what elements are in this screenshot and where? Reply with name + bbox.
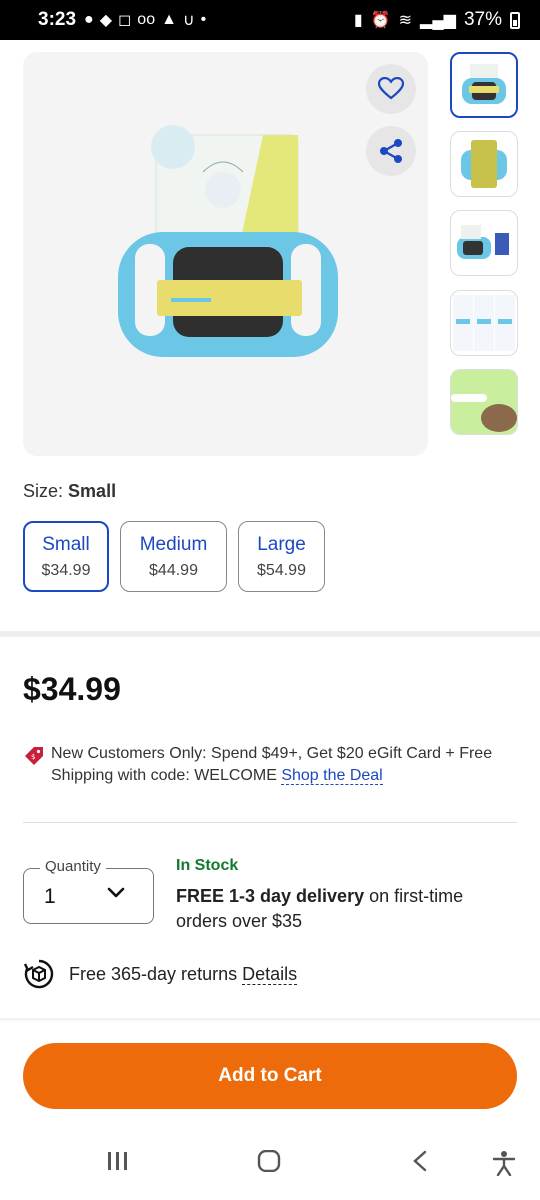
system-nav-bar [0,1130,540,1200]
system-icons: ▮ ⏰ ≋ ▂▄▆ 37% [354,9,520,31]
promo-banner: $ New Customers Only: Spend $49+, Get $2… [23,743,503,787]
thumbnail-1[interactable] [450,52,518,118]
voicemail-icon: oo [137,11,156,28]
size-label-text: Size: [23,481,64,501]
thumbnail-3[interactable] [450,210,518,276]
instagram-icon: ◻ [118,12,132,29]
thumbnail-image [462,64,506,104]
thumbnail-5[interactable] [450,369,518,435]
notification-icons: ● ◆ ◻ oo ▲ ∪ • [84,10,206,30]
divider [23,822,517,823]
returns-icon [23,959,54,989]
product-image-illustration [118,125,338,357]
favorite-button[interactable] [366,64,416,114]
delivery-bold: FREE 1-3 day delivery [176,886,365,906]
returns-info: Free 365-day returns Details [23,958,298,990]
thumbnail-image [457,225,509,259]
heart-icon [378,77,404,100]
promo-text: New Customers Only: Spend $49+, Get $20 … [51,745,493,784]
size-option-price: $44.99 [149,562,198,579]
stock-status: In Stock [176,857,239,874]
add-to-cart-button[interactable]: Add to Cart [23,1043,517,1109]
thumbnail-image [461,140,507,188]
chevron-down-icon [107,887,125,898]
product-price: $34.99 [23,671,121,707]
size-option-price: $54.99 [257,562,306,579]
returns-details-link[interactable]: Details [242,963,298,985]
size-option-large[interactable]: Large $54.99 [238,521,325,592]
share-button[interactable] [366,126,416,176]
battery-percent: 37% [463,9,502,30]
size-option-name: Medium [139,534,208,555]
svg-text:$: $ [31,753,35,761]
home-icon[interactable] [257,1150,281,1172]
chat-icon: ● [84,11,94,28]
size-label: Size: Small [23,481,116,502]
size-option-medium[interactable]: Medium $44.99 [120,521,227,592]
price-tag-icon: $ [25,747,43,765]
thumbnail-image [451,370,517,434]
size-option-name: Small [42,534,90,555]
accessibility-icon[interactable] [492,1150,516,1176]
signal-icon: ▂▄▆ [420,12,456,29]
battery-icon [510,11,520,29]
battery-saver-icon: ▮ [353,12,363,29]
returns-text: Free 365-day returns [69,963,238,984]
wifi-icon: ≋ [398,12,413,29]
size-option-name: Large [257,534,306,555]
share-icon [380,139,402,163]
quantity-select[interactable]: Quantity 1 [23,858,154,924]
section-divider [0,631,540,637]
product-main-image[interactable] [23,52,428,456]
size-option-price: $34.99 [41,562,91,579]
back-icon[interactable] [410,1150,430,1172]
recent-apps-icon[interactable] [106,1150,130,1172]
delivery-info: FREE 1-3 day delivery on first-time orde… [176,884,516,934]
thumbnail-4[interactable] [450,290,518,356]
size-selected-value: Small [68,481,117,501]
quantity-label: Quantity [40,858,106,875]
warning-icon: ▲ [161,11,177,28]
thumbnail-2[interactable] [450,131,518,197]
thumbnail-image [453,295,515,351]
size-option-small[interactable]: Small $34.99 [23,521,109,592]
footer-divider [0,1018,540,1022]
status-bar: 3:23 ● ◆ ◻ oo ▲ ∪ • ▮ ⏰ ≋ ▂▄▆ 37% [0,0,540,40]
more-dot-icon: • [200,11,207,28]
quantity-value: 1 [44,885,56,908]
alarm-icon: ⏰ [370,12,391,29]
status-time: 3:23 [38,9,77,30]
app-icon: ∪ [182,12,195,29]
snapchat-icon: ◆ [99,12,113,29]
shop-the-deal-link[interactable]: Shop the Deal [281,767,383,785]
